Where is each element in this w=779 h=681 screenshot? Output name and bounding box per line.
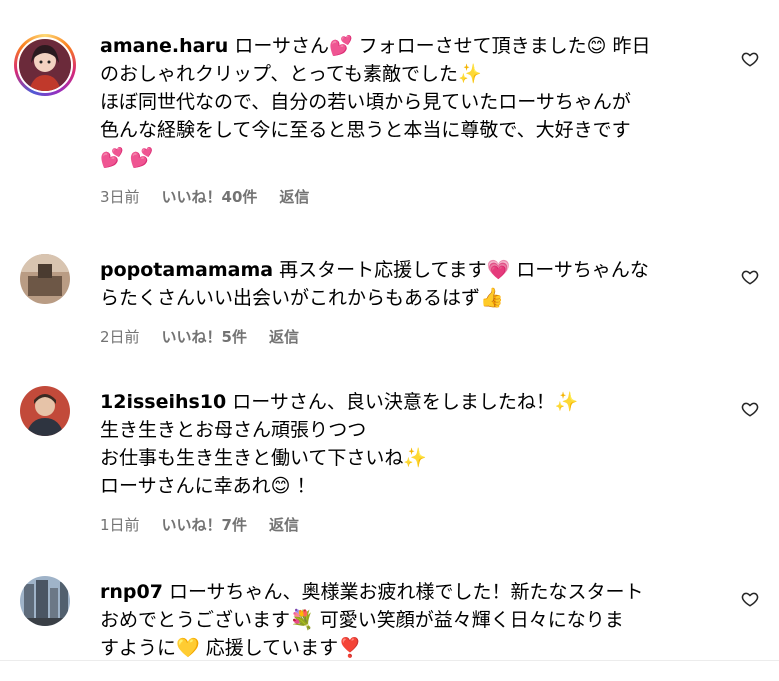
- comment-line: ローサさん💕 フォローさせて頂きました😊 昨日: [234, 35, 651, 57]
- comment-meta: 2日前 いいね！5件 返信: [100, 326, 720, 347]
- comment-line: ほぼ同世代なので、自分の若い頃から見ていたローサちゃんが: [100, 91, 631, 113]
- bottom-divider: [0, 660, 779, 661]
- comment-line: 再スタート応援してます💗 ローサちゃんな: [279, 259, 649, 281]
- comment-line: 色んな経験をして今に至ると思うと本当に尊敬で、大好きです: [100, 119, 631, 141]
- comment-text: popotamamama 再スタート応援してます💗 ローサちゃんな らたくさんいい…: [100, 256, 720, 312]
- avatar[interactable]: [14, 34, 76, 96]
- comment-line: おめでとうございます💐 可愛い笑顔が益々輝く日々になりま: [100, 609, 624, 631]
- comment-line: らたくさんいい出会いがこれからもあるはず👍: [100, 287, 504, 309]
- comment-username[interactable]: amane.haru: [100, 35, 228, 57]
- comment-body: rnp07 ローサちゃん、奥様業お疲れ様でした！新たなスタート おめでとうございま…: [100, 578, 720, 662]
- heart-outline-icon[interactable]: [741, 400, 759, 418]
- heart-outline-icon[interactable]: [741, 268, 759, 286]
- reply-button[interactable]: 返信: [269, 326, 299, 347]
- comment-line: ローサちゃん、奥様業お疲れ様でした！新たなスタート: [168, 581, 644, 603]
- comment-line: すように💛 応援しています❣️: [100, 637, 362, 659]
- comment-time[interactable]: 1日前: [100, 514, 140, 535]
- comment-line: ローサさんに幸あれ😊 ！: [100, 475, 316, 497]
- comment-text: amane.haru ローサさん💕 フォローさせて頂きました😊 昨日 のおしゃれク…: [100, 32, 720, 172]
- avatar[interactable]: [20, 386, 70, 436]
- comment-likes[interactable]: いいね！40件: [162, 186, 258, 207]
- avatar[interactable]: [20, 576, 70, 626]
- comment-line: 生き生きとお母さん頑張りつつ: [100, 419, 367, 441]
- comment-username[interactable]: 12isseihs10: [100, 391, 226, 413]
- comment-meta: 1日前 いいね！7件 返信: [100, 514, 720, 535]
- comment-likes[interactable]: いいね！7件: [162, 514, 247, 535]
- comment-username[interactable]: rnp07: [100, 581, 163, 603]
- comment-body: 12isseihs10 ローサさん、良い決意をしましたね！✨ 生き生きとお母さん頑…: [100, 388, 720, 535]
- heart-outline-icon[interactable]: [741, 590, 759, 608]
- avatar[interactable]: [20, 254, 70, 304]
- comment-time[interactable]: 3日前: [100, 186, 140, 207]
- comment-body: amane.haru ローサさん💕 フォローさせて頂きました😊 昨日 のおしゃれク…: [100, 32, 720, 207]
- reply-button[interactable]: 返信: [279, 186, 309, 207]
- comment-line: お仕事も生き生きと働いて下さいね✨: [100, 447, 428, 469]
- comment-time[interactable]: 2日前: [100, 326, 140, 347]
- reply-button[interactable]: 返信: [269, 514, 299, 535]
- comment-likes[interactable]: いいね！5件: [162, 326, 247, 347]
- comment-text: rnp07 ローサちゃん、奥様業お疲れ様でした！新たなスタート おめでとうございま…: [100, 578, 720, 662]
- comment-text: 12isseihs10 ローサさん、良い決意をしましたね！✨ 生き生きとお母さん頑…: [100, 388, 720, 500]
- comment-body: popotamamama 再スタート応援してます💗 ローサちゃんな らたくさんいい…: [100, 256, 720, 347]
- comment-line: のおしゃれクリップ、とっても素敵でした✨: [100, 63, 482, 85]
- comment-line: ローサさん、良い決意をしましたね！✨: [232, 391, 579, 413]
- comment-username[interactable]: popotamamama: [100, 259, 273, 281]
- comment-line: 💕 💕: [100, 147, 154, 169]
- heart-outline-icon[interactable]: [741, 50, 759, 68]
- comment-meta: 3日前 いいね！40件 返信: [100, 186, 720, 207]
